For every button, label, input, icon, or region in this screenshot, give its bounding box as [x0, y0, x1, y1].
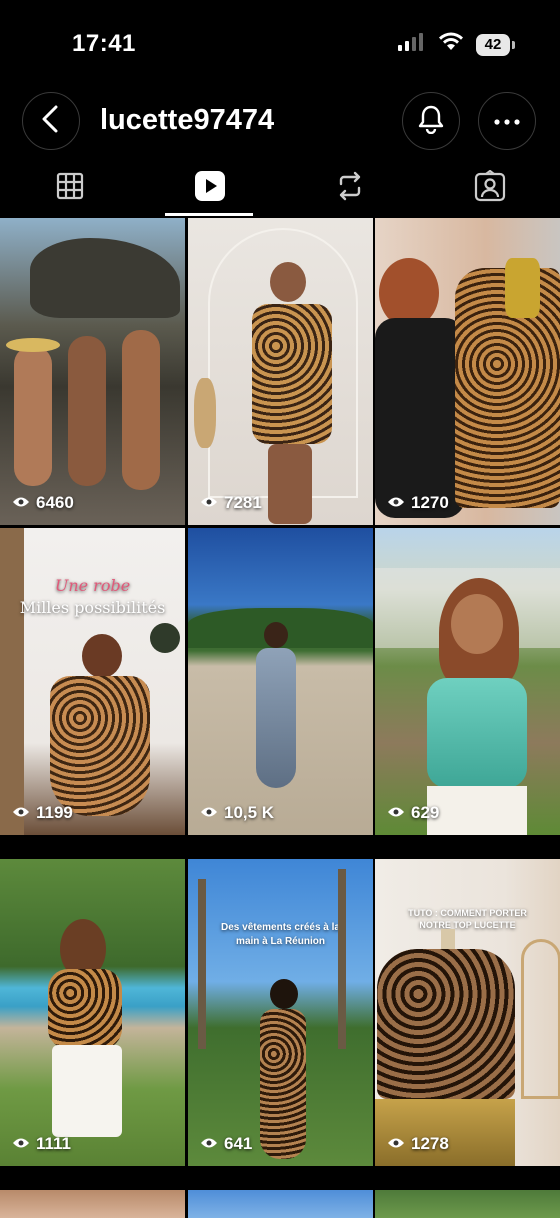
tab-grid[interactable] [0, 160, 140, 217]
more-horizontal-icon [494, 112, 520, 130]
view-count-value: 629 [411, 803, 440, 822]
view-count: 10,5 K [200, 803, 274, 823]
reel-thumbnail[interactable]: Des vêtements créés à la main à La Réuni… [188, 859, 373, 1166]
back-button[interactable] [22, 92, 80, 150]
battery-level: 42 [484, 36, 502, 53]
active-tab-indicator [165, 213, 253, 216]
tab-reposts[interactable] [280, 160, 420, 217]
battery-indicator: 42 [476, 33, 515, 56]
eye-icon [387, 803, 405, 823]
eye-icon [200, 803, 218, 823]
reels-icon [194, 170, 226, 207]
reel-overlay-subtitle: Milles possibilités [19, 598, 166, 617]
repost-icon [335, 171, 365, 206]
eye-icon [200, 1134, 218, 1154]
eye-icon [387, 1134, 405, 1154]
reel-thumbnail[interactable]: 6460 [0, 218, 185, 525]
view-count-value: 641 [224, 1134, 253, 1153]
eye-icon [200, 493, 218, 513]
view-count-value: 1199 [36, 803, 73, 822]
view-count: 1278 [387, 1134, 449, 1154]
view-count: 7281 [200, 493, 262, 513]
view-count-value: 7281 [224, 493, 262, 512]
profile-username: lucette97474 [100, 104, 275, 136]
reel-thumbnail[interactable]: 7281 [188, 218, 373, 525]
reel-thumbnail[interactable]: 10,5 K [188, 528, 373, 835]
eye-icon [12, 493, 30, 513]
reel-thumbnail[interactable]: TUTO : COMMENT PORTER NOTRE TOP LUCETTE … [375, 859, 560, 1166]
eye-icon [387, 493, 405, 513]
view-count-value: 1270 [411, 493, 449, 512]
grid-icon [56, 172, 84, 205]
status-time: 17:41 [72, 30, 136, 57]
tab-tagged[interactable] [420, 160, 560, 217]
notifications-button[interactable] [402, 92, 460, 150]
reel-thumbnail[interactable]: 1111 [0, 859, 185, 1166]
more-options-button[interactable] [478, 92, 536, 150]
reel-thumbnail[interactable] [0, 1190, 185, 1218]
view-count: 1270 [387, 493, 449, 513]
view-count-value: 1278 [411, 1134, 449, 1153]
eye-icon [12, 1134, 30, 1154]
bell-icon [416, 104, 446, 139]
reel-thumbnail[interactable]: 629 [375, 528, 560, 835]
reel-overlay-title: Une robe [54, 576, 131, 595]
view-count-value: 10,5 K [224, 803, 275, 822]
reel-overlay-title: TUTO : COMMENT PORTER NOTRE TOP LUCETTE [408, 908, 527, 930]
reel-thumbnail[interactable]: 1270 [375, 218, 560, 525]
view-count: 1111 [12, 1134, 71, 1154]
reel-thumbnail[interactable]: Une robe Milles possibilités 1199 [0, 528, 185, 835]
view-count: 6460 [12, 493, 74, 513]
profile-tabs [0, 160, 560, 217]
view-count-value: 1111 [36, 1134, 72, 1153]
reel-thumbnail[interactable] [375, 1190, 560, 1218]
eye-icon [12, 803, 30, 823]
tagged-icon [474, 169, 506, 207]
tab-reels[interactable] [140, 160, 280, 217]
reel-thumbnail[interactable] [188, 1190, 373, 1218]
wifi-icon [438, 32, 464, 57]
view-count: 641 [200, 1134, 252, 1154]
view-count: 1199 [12, 803, 73, 823]
view-count: 629 [387, 803, 439, 823]
status-bar: 17:41 42 [0, 0, 560, 90]
chevron-left-icon [40, 105, 62, 138]
signal-icon [398, 33, 426, 56]
view-count-value: 6460 [36, 493, 74, 512]
